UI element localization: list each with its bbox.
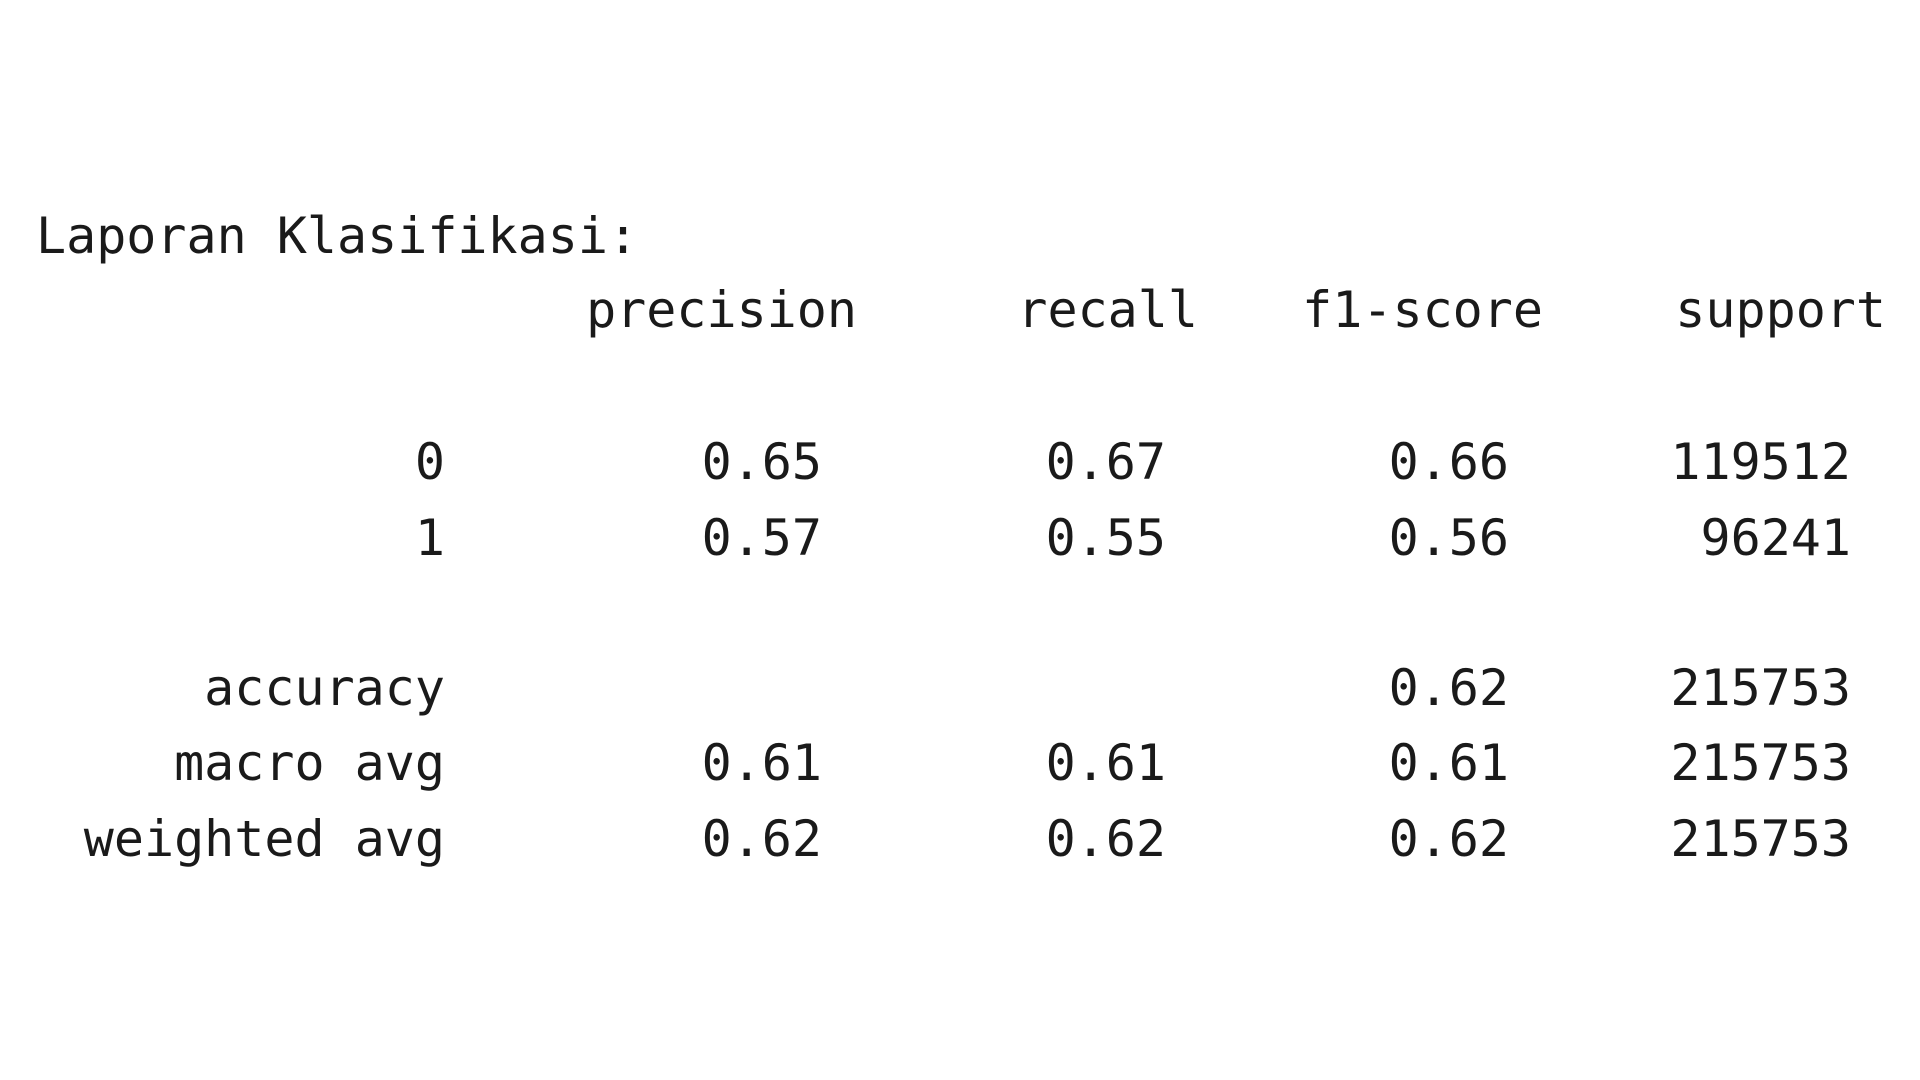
header-support: support <box>1675 281 1886 339</box>
cell-support: 215753 <box>1670 810 1851 868</box>
summary-row: accuracy 0.62 215753 <box>0 658 1920 718</box>
cell-f1-score: 0.62 <box>1388 659 1509 717</box>
cell-recall: 0.62 <box>1045 810 1166 868</box>
cell-f1-score: 0.66 <box>1388 433 1509 491</box>
summary-row: weighted avg 0.62 0.62 0.62 215753 <box>0 809 1920 869</box>
cell-recall: 0.61 <box>1045 734 1166 792</box>
cell-recall: 0.55 <box>1045 509 1166 567</box>
row-label: 1 <box>414 509 445 567</box>
cell-f1-score: 0.56 <box>1388 509 1509 567</box>
row-label: accuracy <box>204 659 445 717</box>
header-precision: precision <box>586 281 857 339</box>
cell-support: 215753 <box>1670 659 1851 717</box>
table-row: 1 0.57 0.55 0.56 96241 <box>0 508 1920 568</box>
cell-support: 215753 <box>1670 734 1851 792</box>
cell-precision: 0.62 <box>701 810 822 868</box>
row-label: weighted avg <box>83 810 445 868</box>
classification-report: Laporan Klasifikasi: precision recall f1… <box>0 0 1920 1080</box>
header-row: precision recall f1-score support <box>0 280 1920 340</box>
cell-support: 119512 <box>1670 433 1851 491</box>
cell-precision: 0.65 <box>701 433 822 491</box>
cell-precision: 0.61 <box>701 734 822 792</box>
report-title: Laporan Klasifikasi: <box>36 207 639 265</box>
header-f1-score: f1-score <box>1302 281 1543 339</box>
cell-f1-score: 0.62 <box>1388 810 1509 868</box>
row-label: macro avg <box>174 734 445 792</box>
summary-row: macro avg 0.61 0.61 0.61 215753 <box>0 733 1920 793</box>
cell-f1-score: 0.61 <box>1388 734 1509 792</box>
header-recall: recall <box>1017 281 1198 339</box>
row-label: 0 <box>414 433 445 491</box>
table-row: 0 0.65 0.67 0.66 119512 <box>0 432 1920 492</box>
cell-precision: 0.57 <box>701 509 822 567</box>
cell-support: 96241 <box>1700 509 1851 567</box>
cell-recall: 0.67 <box>1045 433 1166 491</box>
